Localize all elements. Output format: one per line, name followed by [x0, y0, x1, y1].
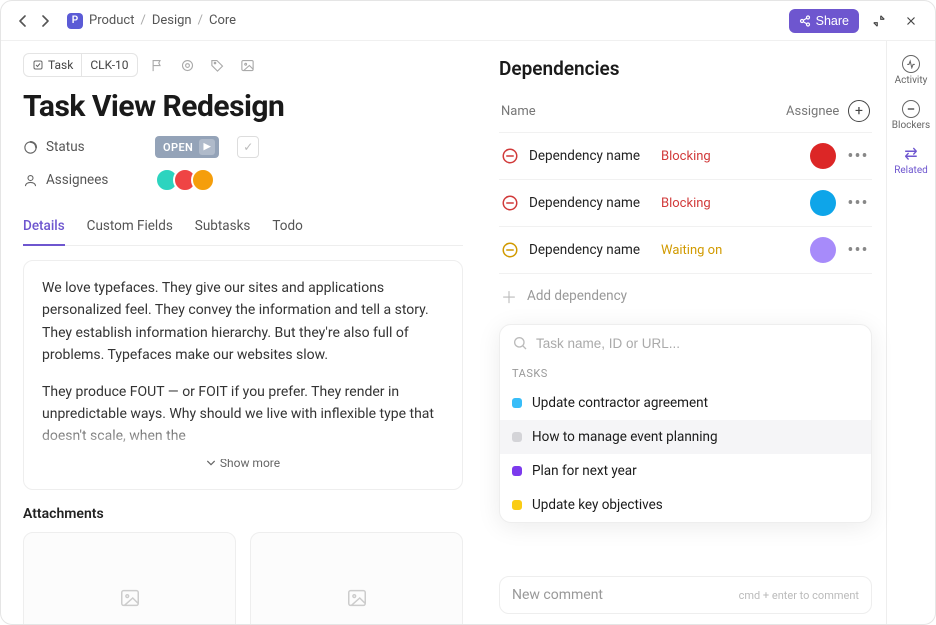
- target-icon[interactable]: [178, 55, 198, 75]
- add-dependency-label: Add dependency: [527, 288, 627, 304]
- status-label: Status: [46, 139, 85, 155]
- task-color-swatch: [512, 432, 522, 442]
- dropdown-group-label: TASKS: [500, 361, 871, 386]
- task-id-chip[interactable]: Task CLK-10: [23, 53, 138, 77]
- nav-forward-button[interactable]: [35, 11, 55, 31]
- complete-checkbox[interactable]: ✓: [237, 136, 259, 158]
- activity-icon: [902, 55, 920, 73]
- task-option[interactable]: Plan for next year: [500, 454, 871, 488]
- close-icon[interactable]: [899, 9, 923, 33]
- description-text: We love typefaces. They give our sites a…: [42, 277, 444, 367]
- task-option[interactable]: Update key objectives: [500, 488, 871, 522]
- dependencies-heading: Dependencies: [499, 57, 872, 80]
- tabs: Details Custom Fields Subtasks Todo: [23, 210, 463, 246]
- rail-related[interactable]: ⇄ Related: [894, 145, 928, 176]
- person-icon: [23, 173, 38, 188]
- column-assignee: Assignee: [786, 104, 848, 119]
- dependency-status-icon: [501, 241, 519, 259]
- task-id-label: CLK-10: [90, 58, 128, 72]
- dependency-name: Dependency name: [529, 148, 651, 164]
- row-more-button[interactable]: •••: [846, 240, 870, 261]
- task-option[interactable]: Update contractor agreement: [500, 386, 871, 420]
- add-dependency-button[interactable]: ＋ Add dependency: [499, 273, 872, 318]
- rail-activity[interactable]: Activity: [895, 55, 928, 86]
- task-color-swatch: [512, 500, 522, 510]
- breadcrumb-item[interactable]: Core: [209, 13, 236, 28]
- task-option-label: Update contractor agreement: [532, 395, 708, 411]
- tag-icon[interactable]: [208, 55, 228, 75]
- dependency-name: Dependency name: [529, 195, 651, 211]
- breadcrumb-item[interactable]: Design: [152, 13, 192, 28]
- rail-blockers[interactable]: Blockers: [892, 100, 930, 131]
- dependency-status: Waiting on: [661, 243, 800, 258]
- page-title: Task View Redesign: [23, 89, 463, 124]
- related-icon: ⇄: [902, 145, 920, 163]
- dependency-status: Blocking: [661, 196, 800, 211]
- breadcrumb[interactable]: P Product / Design / Core: [67, 13, 236, 29]
- tab-subtasks[interactable]: Subtasks: [195, 210, 251, 245]
- dependency-status: Blocking: [661, 149, 800, 164]
- add-column-button[interactable]: +: [848, 100, 870, 122]
- dependency-row[interactable]: Dependency name Waiting on •••: [499, 226, 872, 273]
- plus-icon: ＋: [501, 284, 517, 308]
- assignees-label: Assignees: [46, 172, 108, 188]
- description-box: We love typefaces. They give our sites a…: [23, 260, 463, 490]
- blockers-icon: [902, 100, 920, 118]
- attachments-heading: Attachments: [23, 506, 463, 522]
- flag-icon[interactable]: [148, 55, 168, 75]
- dependency-status-icon: [501, 147, 519, 165]
- avatar[interactable]: [191, 168, 215, 192]
- share-button[interactable]: Share: [789, 9, 859, 33]
- column-name: Name: [501, 104, 786, 119]
- tab-custom-fields[interactable]: Custom Fields: [87, 210, 173, 245]
- search-icon: [512, 335, 528, 351]
- avatar[interactable]: [810, 190, 836, 216]
- row-more-button[interactable]: •••: [846, 193, 870, 214]
- status-icon: [23, 140, 38, 155]
- tab-todo[interactable]: Todo: [272, 210, 302, 245]
- dependency-search-dropdown: TASKS Update contractor agreement How to …: [499, 324, 872, 523]
- task-option-label: Update key objectives: [532, 497, 663, 513]
- task-option[interactable]: How to manage event planning: [500, 420, 871, 454]
- share-label: Share: [816, 14, 849, 28]
- row-more-button[interactable]: •••: [846, 146, 870, 167]
- dependency-status-icon: [501, 194, 519, 212]
- assignee-avatars[interactable]: [155, 168, 215, 192]
- task-option-label: Plan for next year: [532, 463, 637, 479]
- nav-back-button[interactable]: [13, 11, 33, 31]
- comment-placeholder: New comment: [512, 587, 603, 603]
- comment-hint: cmd + enter to comment: [739, 589, 859, 602]
- tab-details[interactable]: Details: [23, 210, 65, 246]
- attachment-placeholder[interactable]: [23, 532, 236, 624]
- project-icon: P: [67, 13, 83, 29]
- dependency-search-input[interactable]: [536, 336, 859, 351]
- image-icon[interactable]: [238, 55, 258, 75]
- collapse-icon[interactable]: [867, 9, 891, 33]
- comment-input[interactable]: New comment cmd + enter to comment: [499, 576, 872, 614]
- status-advance-icon[interactable]: ▶: [199, 139, 215, 155]
- dependency-row[interactable]: Dependency name Blocking •••: [499, 132, 872, 179]
- avatar[interactable]: [810, 237, 836, 263]
- dependency-row[interactable]: Dependency name Blocking •••: [499, 179, 872, 226]
- dependency-name: Dependency name: [529, 242, 651, 258]
- status-value: OPEN: [163, 141, 193, 154]
- task-color-swatch: [512, 398, 522, 408]
- breadcrumb-item[interactable]: Product: [89, 13, 134, 28]
- status-chip[interactable]: OPEN ▶: [155, 136, 219, 158]
- task-color-swatch: [512, 466, 522, 476]
- task-type-label: Task: [48, 58, 73, 72]
- avatar[interactable]: [810, 143, 836, 169]
- attachment-placeholder[interactable]: [250, 532, 463, 624]
- task-option-label: How to manage event planning: [532, 429, 718, 445]
